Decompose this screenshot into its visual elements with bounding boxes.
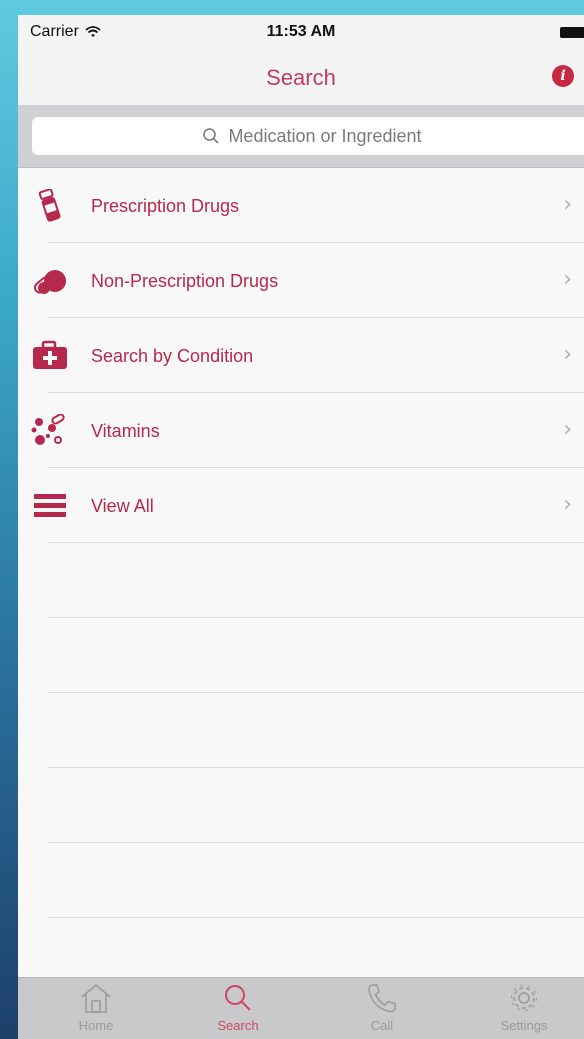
list-item-label: Vitamins — [91, 421, 160, 441]
chevron-right-icon: › — [563, 267, 572, 292]
gear-icon — [511, 985, 537, 1011]
tab-bar: Home Search Call Settings — [18, 977, 584, 1039]
chevron-right-icon: › — [563, 342, 572, 367]
list-item-prescription-drugs[interactable]: Prescription Drugs › — [18, 168, 584, 243]
battery-icon — [560, 27, 584, 38]
chevron-right-icon: › — [563, 417, 572, 442]
magnifier-icon — [203, 128, 220, 144]
vitamins-icon — [31, 414, 65, 445]
pills-icon — [33, 270, 66, 294]
list-item-vitamins[interactable]: Vitamins › — [18, 393, 584, 468]
list-icon — [34, 494, 66, 517]
app-screen: Carrier 11:53 AM Search i Medication or … — [18, 15, 584, 1039]
medical-kit-icon — [33, 340, 67, 369]
navigation-bar: Search i — [18, 51, 584, 105]
tab-settings[interactable]: Settings — [464, 982, 584, 1033]
tab-label: Search — [217, 1018, 259, 1033]
list-item-label: Non-Prescription Drugs — [91, 271, 279, 291]
empty-row — [18, 843, 584, 918]
list-item-label: Prescription Drugs — [91, 196, 240, 216]
list-item-search-by-condition[interactable]: Search by Condition › — [18, 318, 584, 393]
empty-row — [18, 693, 584, 768]
tab-home[interactable]: Home — [36, 982, 156, 1033]
status-bar: Carrier 11:53 AM — [18, 15, 584, 51]
list-item-view-all[interactable]: View All › — [18, 468, 584, 543]
chevron-right-icon: › — [563, 492, 572, 517]
phone-icon — [368, 984, 396, 1013]
tab-search[interactable]: Search — [178, 982, 298, 1033]
empty-row — [18, 543, 584, 618]
pill-bottle-icon — [38, 189, 61, 222]
tab-label: Settings — [500, 1018, 548, 1033]
info-icon[interactable]: i — [552, 65, 574, 87]
list-item-label: Search by Condition — [91, 346, 254, 366]
empty-row — [18, 768, 584, 843]
category-list: Prescription Drugs › Non-Prescription Dr… — [18, 168, 584, 918]
search-bar-container: Medication or Ingredient — [18, 105, 584, 168]
search-icon — [225, 985, 251, 1011]
status-time: 11:53 AM — [266, 23, 336, 40]
chevron-right-icon: › — [563, 192, 572, 217]
empty-row — [18, 618, 584, 693]
search-placeholder: Medication or Ingredient — [228, 125, 422, 146]
list-item-label: View All — [91, 496, 154, 516]
home-icon — [81, 983, 111, 1013]
page-title: Search — [266, 65, 336, 90]
list-item-non-prescription-drugs[interactable]: Non-Prescription Drugs › — [18, 243, 584, 318]
search-input[interactable]: Medication or Ingredient — [32, 117, 584, 155]
tab-label: Call — [370, 1018, 394, 1033]
tab-label: Home — [78, 1018, 114, 1033]
tab-call[interactable]: Call — [322, 982, 442, 1033]
